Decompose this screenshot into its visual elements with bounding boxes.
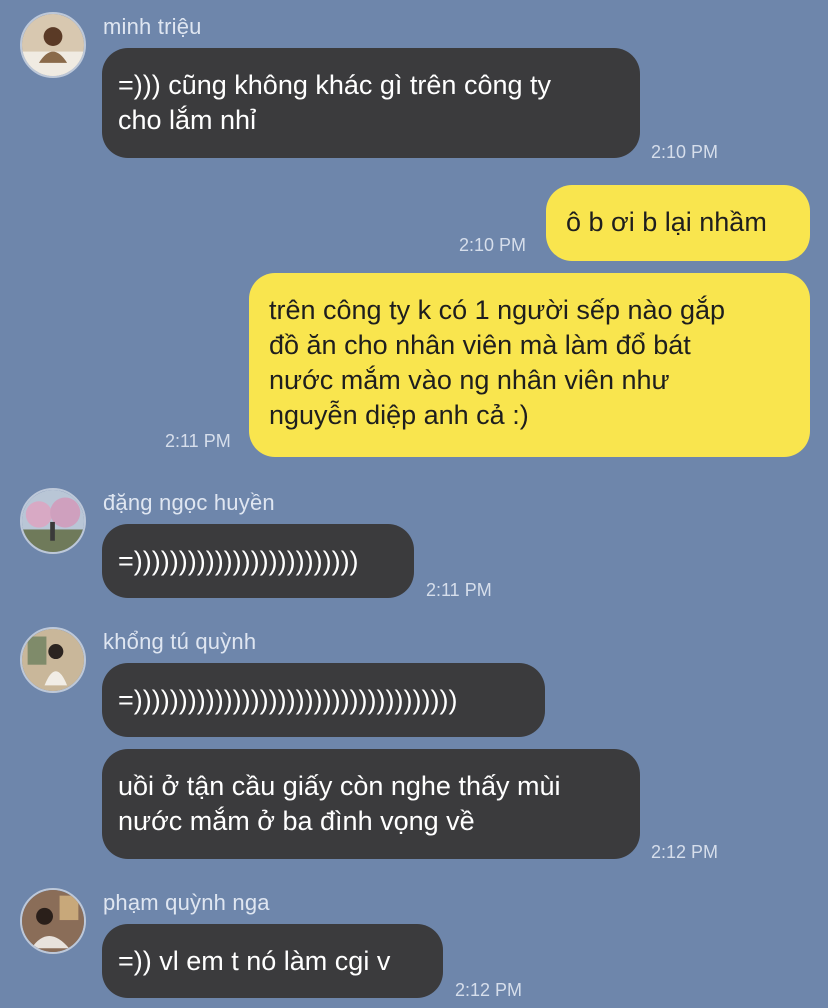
sender-name: khổng tú quỳnh (103, 629, 257, 654)
avatar-dang-ngoc-huyen[interactable] (20, 488, 86, 554)
message-time: 2:11 PM (165, 431, 231, 451)
message-time: 2:11 PM (426, 580, 492, 600)
message-bubble[interactable]: uồi ở tận cầu giấy còn nghe thấy mùi nướ… (102, 749, 640, 859)
avatar-photo (22, 629, 84, 691)
avatar-photo (22, 890, 84, 952)
message-bubble[interactable]: trên công ty k có 1 người sếp nào gắp đồ… (249, 273, 810, 457)
message-bubble[interactable]: ô b ơi b lại nhầm (546, 185, 810, 261)
sender-name: đặng ngọc huyền (103, 490, 275, 515)
message-bubble[interactable]: =)) vl em t nó làm cgi v (102, 924, 443, 998)
avatar-photo (22, 14, 84, 76)
sender-name: phạm quỳnh nga (103, 890, 270, 915)
message-bubble[interactable]: =)))))))))))))))))))))))))))))))))))) (102, 663, 545, 737)
sender-name: minh triệu (103, 14, 202, 39)
avatar-minh-trieu[interactable] (20, 12, 86, 78)
message-time: 2:12 PM (455, 980, 523, 1000)
message-time: 2:12 PM (651, 842, 719, 862)
message-bubble[interactable]: =))))))))))))))))))))))))) (102, 524, 414, 598)
message-bubble[interactable]: =))) cũng không khác gì trên công ty cho… (102, 48, 640, 158)
avatar-khong-tu-quynh[interactable] (20, 627, 86, 693)
avatar-pham-quynh-nga[interactable] (20, 888, 86, 954)
message-time: 2:10 PM (651, 142, 719, 162)
avatar-photo (22, 490, 84, 552)
message-time: 2:10 PM (459, 235, 527, 255)
